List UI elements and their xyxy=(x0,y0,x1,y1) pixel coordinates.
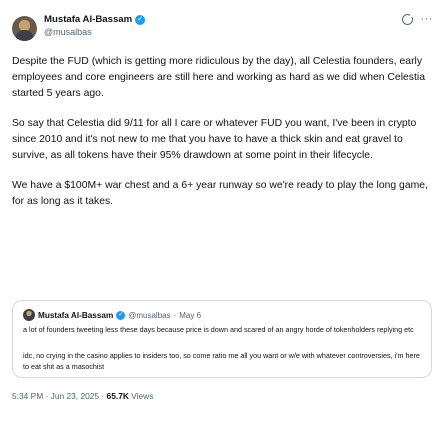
quoted-meta-separator: · xyxy=(173,310,177,320)
verified-badge-icon: ✓ xyxy=(135,14,146,25)
tweet-time[interactable]: 5:34 PM xyxy=(12,391,43,401)
tweet-date[interactable]: Jun 23, 2025 xyxy=(51,391,99,401)
quoted-tweet-paragraph: a lot of founders tweeting less these da… xyxy=(23,325,414,334)
author-block: Mustafa Al-Bassam ✓ @musalbas xyxy=(44,14,146,37)
tweet-paragraph: Despite the FUD (which is getting more r… xyxy=(12,56,425,99)
quoted-tweet[interactable]: Mustafa Al-Bassam ✓ @musalbas · May 6 a … xyxy=(12,300,432,378)
quoted-verified-badge-icon: ✓ xyxy=(116,310,126,320)
grok-icon[interactable] xyxy=(401,13,414,25)
timestamp-separator: · xyxy=(45,391,49,401)
quoted-tweet-date: May 6 xyxy=(179,310,202,320)
tweet-card: Mustafa Al-Bassam ✓ @musalbas ··· Despit… xyxy=(0,0,445,421)
tweet-timestamp: 5:34 PM · Jun 23, 2025 · 65.7K Views xyxy=(12,391,153,401)
tweet-actions-top: ··· xyxy=(401,13,434,25)
quoted-author-handle: @musalbas xyxy=(128,310,171,320)
quoted-author-avatar xyxy=(23,309,35,321)
quoted-tweet-header: Mustafa Al-Bassam ✓ @musalbas · May 6 xyxy=(23,309,201,321)
author-avatar[interactable] xyxy=(12,16,37,41)
quoted-author-name: Mustafa Al-Bassam xyxy=(38,310,114,320)
views-count: 65.7K xyxy=(106,391,129,401)
author-name-row: Mustafa Al-Bassam ✓ xyxy=(44,14,146,25)
author-display-name[interactable]: Mustafa Al-Bassam xyxy=(44,14,132,25)
tweet-paragraph: We have a $100M+ war chest and a 6+ year… xyxy=(12,180,428,207)
views-label: Views xyxy=(131,391,154,401)
tweet-text: Despite the FUD (which is getting more r… xyxy=(12,54,432,224)
tweet-paragraph: So say that Celestia did 9/11 for all I … xyxy=(12,118,417,161)
timestamp-separator: · xyxy=(101,391,105,401)
author-handle[interactable]: @musalbas xyxy=(44,27,145,37)
quoted-tweet-paragraph: idc, no crying in the casino applies to … xyxy=(23,351,420,371)
more-icon[interactable]: ··· xyxy=(421,14,434,25)
